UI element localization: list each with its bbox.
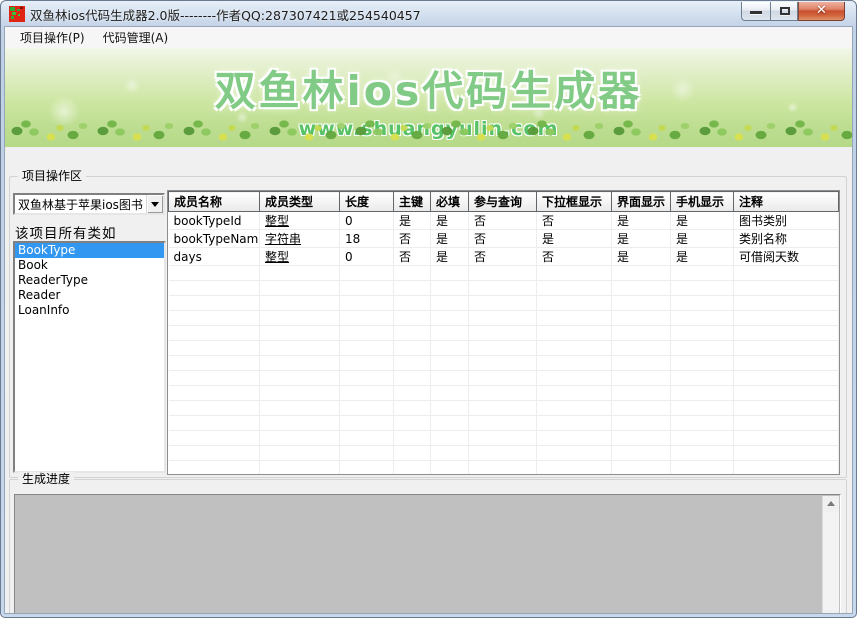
grid-empty-row [168,265,839,281]
col-header-uidisplay[interactable]: 界面显示 [611,191,671,212]
cell[interactable]: 类别名称 [733,229,839,248]
banner-title: 双鱼林ios代码生成器 [214,67,643,115]
list-item-booktype[interactable]: BookType [15,243,164,258]
title-bar[interactable]: 双鱼林ios代码生成器2.0版--------作者QQ:287307421或25… [4,2,853,26]
cell[interactable]: 否 [468,247,537,266]
cell[interactable]: 否 [393,247,431,266]
cell[interactable]: 是 [611,229,671,248]
cell[interactable]: 0 [339,247,394,266]
table-filler-body [168,265,839,474]
cell[interactable]: 否 [468,211,537,230]
cell[interactable]: 否 [393,229,431,248]
menu-item-code[interactable]: 代码管理(A) [94,27,178,48]
grid-row[interactable]: bookTypeId 整型 0 是 是 否 否 是 是 图书类别 [168,211,839,230]
cell[interactable]: 是 [670,247,734,266]
cell[interactable]: 是 [393,211,431,230]
class-listbox[interactable]: BookType Book ReaderType Reader LoanInfo [13,241,166,473]
main-area: 项目操作区 双鱼林基于苹果ios图书 该项目所有类如 BookType Book… [5,169,852,613]
combo-dropdown-button[interactable] [146,195,163,213]
cell[interactable]: 否 [536,247,612,266]
grid-empty-row [168,430,839,446]
cell[interactable]: 是 [430,211,469,230]
progress-group-title: 生成进度 [18,472,75,487]
list-item-loaninfo[interactable]: LoanInfo [15,303,164,318]
maximize-icon [780,7,790,15]
cell[interactable]: 否 [468,229,537,248]
col-header-mobiledisplay[interactable]: 手机显示 [670,191,734,212]
grid-empty-row [168,415,839,431]
grid-empty-row [168,385,839,401]
col-header-required[interactable]: 必填 [430,191,469,212]
cell[interactable]: 是 [611,247,671,266]
member-grid: 成员名称 成员类型 长度 主键 必填 参与查询 下拉框显示 界面显示 手机显示 … [167,190,840,475]
col-header-dropdown[interactable]: 下拉框显示 [536,191,612,212]
cell[interactable]: 是 [670,211,734,230]
cell[interactable]: 是 [430,247,469,266]
grid-row[interactable]: bookTypeName 字符串 18 否 是 否 是 是 是 类别名称 [168,229,839,248]
close-icon: ✕ [816,3,827,18]
project-group-title: 项目操作区 [18,169,87,184]
cell[interactable]: 是 [670,229,734,248]
list-item-readertype[interactable]: ReaderType [15,273,164,288]
grid-empty-row [168,400,839,416]
class-list-label: 该项目所有类如 [15,226,117,242]
col-header-length[interactable]: 长度 [339,191,394,212]
col-header-primarykey[interactable]: 主键 [393,191,431,212]
cell[interactable]: bookTypeId [168,211,260,230]
cell[interactable]: days [168,247,260,266]
list-item-reader[interactable]: Reader [15,288,164,303]
progress-output[interactable] [14,494,841,613]
grid-empty-row [168,355,839,371]
menu-item-project[interactable]: 项目操作(P) [11,27,94,48]
grid-header-row: 成员名称 成员类型 长度 主键 必填 参与查询 下拉框显示 界面显示 手机显示 … [168,191,839,212]
cell[interactable]: 是 [611,211,671,230]
app-window: 双鱼林ios代码生成器2.0版--------作者QQ:287307421或25… [0,0,857,618]
scroll-up-button[interactable] [823,496,839,512]
col-header-name[interactable]: 成员名称 [168,191,260,212]
cell[interactable]: 是 [430,229,469,248]
app-icon[interactable] [9,6,25,22]
grid-empty-row [168,280,839,296]
window-title: 双鱼林ios代码生成器2.0版--------作者QQ:287307421或25… [30,7,421,23]
cell[interactable]: 字符串 [259,229,340,248]
project-combobox-value: 双鱼林基于苹果ios图书 [18,197,143,212]
project-groupbox: 项目操作区 双鱼林基于苹果ios图书 该项目所有类如 BookType Book… [9,169,847,478]
col-header-query[interactable]: 参与查询 [468,191,537,212]
grid-empty-row [168,460,839,474]
cell[interactable]: bookTypeName [168,229,260,248]
close-button[interactable]: ✕ [798,2,845,21]
cell[interactable]: 是 [536,229,612,248]
minimize-button[interactable] [741,2,770,21]
scroll-up-icon [827,501,835,506]
banner: 双鱼林ios代码生成器 www.shuangyulin.com [5,48,852,147]
grid-empty-row [168,340,839,356]
project-combobox[interactable]: 双鱼林基于苹果ios图书 [13,193,165,215]
cell[interactable]: 否 [536,211,612,230]
list-item-book[interactable]: Book [15,258,164,273]
caption-buttons: ✕ [741,2,845,21]
clover-decoration [5,113,852,147]
progress-scrollbar[interactable] [822,496,839,613]
cell[interactable]: 18 [339,229,394,248]
cell[interactable]: 0 [339,211,394,230]
grid-empty-row [168,310,839,326]
col-header-type[interactable]: 成员类型 [259,191,340,212]
minimize-icon [750,11,762,14]
grid-row[interactable]: days 整型 0 否 是 否 否 是 是 可借阅天数 [168,247,839,266]
menu-bar: 项目操作(P) 代码管理(A) [5,27,852,48]
cell[interactable]: 图书类别 [733,211,839,230]
window-client: 项目操作(P) 代码管理(A) 双鱼林ios代码生成器 www.shuangyu… [4,26,853,614]
chevron-down-icon [151,202,159,207]
maximize-button[interactable] [770,2,798,21]
cell[interactable]: 整型 [259,211,340,230]
grid-empty-row [168,325,839,341]
cell[interactable]: 可借阅天数 [733,247,839,266]
grid-empty-row [168,295,839,311]
progress-groupbox: 生成进度 [9,472,847,613]
grid-empty-row [168,445,839,461]
cell[interactable]: 整型 [259,247,340,266]
grid-empty-row [168,370,839,386]
col-header-comment[interactable]: 注释 [733,191,839,212]
scroll-down-button[interactable] [823,610,839,613]
